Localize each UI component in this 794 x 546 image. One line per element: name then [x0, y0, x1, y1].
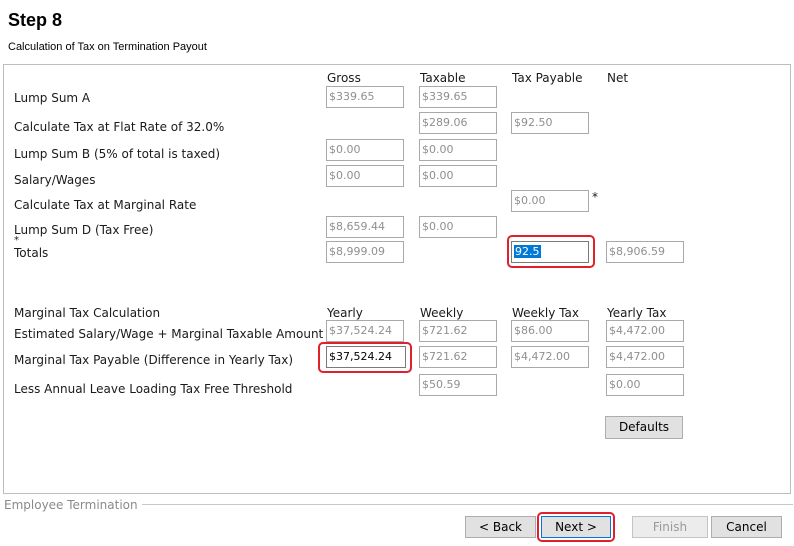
totals-tax-payable-field[interactable]: 92.5	[511, 241, 589, 263]
lump-sum-a-label: Lump Sum A	[14, 91, 91, 105]
totals-gross-field[interactable]: $8,999.09	[326, 241, 404, 263]
estimated-salary-label: Estimated Salary/Wage + Marginal Taxable…	[14, 327, 324, 341]
lump-sum-d-gross-field[interactable]: $8,659.44	[326, 216, 404, 238]
flat-rate-tax-payable-field[interactable]: $92.50	[511, 112, 589, 134]
col-header-tax-payable: Tax Payable	[512, 71, 583, 85]
lump-sum-b-taxable-field[interactable]: $0.00	[419, 139, 497, 161]
totals-net-field[interactable]: $8,906.59	[606, 241, 684, 263]
col-header-yearly: Yearly	[327, 306, 363, 320]
col-header-yearly-tax: Yearly Tax	[607, 306, 667, 320]
leave-loading-weekly-field[interactable]: $50.59	[419, 374, 497, 396]
marginal-payable-weekly-tax-field[interactable]: $4,472.00	[511, 346, 589, 368]
cancel-button[interactable]: Cancel	[711, 516, 782, 538]
estimated-weekly-tax-field[interactable]: $86.00	[511, 320, 589, 342]
footer-group-label: Employee Termination	[4, 498, 142, 512]
lump-sum-b-gross-field[interactable]: $0.00	[326, 139, 404, 161]
col-header-weekly-tax: Weekly Tax	[512, 306, 579, 320]
totals-asterisk: *	[14, 235, 19, 246]
page-title: Step 8	[8, 10, 63, 30]
salary-gross-field[interactable]: $0.00	[326, 165, 404, 187]
page-subtitle: Calculation of Tax on Termination Payout	[8, 41, 207, 53]
defaults-button[interactable]: Defaults	[605, 416, 683, 439]
lump-sum-a-taxable-field[interactable]: $339.65	[419, 86, 497, 108]
estimated-yearly-tax-field[interactable]: $4,472.00	[606, 320, 684, 342]
marginal-rate-label: Calculate Tax at Marginal Rate	[14, 198, 197, 212]
lump-sum-b-label: Lump Sum B (5% of total is taxed)	[14, 147, 221, 161]
salary-label: Salary/Wages	[14, 173, 96, 187]
leave-loading-label: Less Annual Leave Loading Tax Free Thres…	[14, 382, 293, 396]
estimated-weekly-field[interactable]: $721.62	[419, 320, 497, 342]
estimated-yearly-field[interactable]: $37,524.24	[326, 320, 404, 342]
totals-label: Totals	[14, 246, 49, 260]
col-header-weekly: Weekly	[420, 306, 464, 320]
flat-rate-label: Calculate Tax at Flat Rate of 32.0%	[14, 120, 225, 134]
col-header-gross: Gross	[327, 71, 361, 85]
lump-sum-d-label: Lump Sum D (Tax Free)	[14, 223, 154, 237]
col-header-taxable: Taxable	[420, 71, 466, 85]
totals-tax-payable-value: 92.5	[514, 245, 541, 258]
flat-rate-taxable-field[interactable]: $289.06	[419, 112, 497, 134]
marginal-rate-tax-payable-field[interactable]: $0.00	[511, 190, 589, 212]
marginal-rate-asterisk: *	[592, 190, 598, 204]
leave-loading-yearly-tax-field[interactable]: $0.00	[606, 374, 684, 396]
marginal-payable-label: Marginal Tax Payable (Difference in Year…	[14, 353, 294, 367]
marginal-payable-yearly-field[interactable]: $37,524.24	[326, 346, 406, 368]
marginal-section-title: Marginal Tax Calculation	[14, 306, 161, 320]
back-button[interactable]: < Back	[465, 516, 536, 538]
lump-sum-d-taxable-field[interactable]: $0.00	[419, 216, 497, 238]
footer-divider	[137, 504, 793, 505]
col-header-net: Net	[607, 71, 629, 85]
lump-sum-a-gross-field[interactable]: $339.65	[326, 86, 404, 108]
finish-button[interactable]: Finish	[632, 516, 708, 538]
salary-taxable-field[interactable]: $0.00	[419, 165, 497, 187]
marginal-payable-yearly-tax-field[interactable]: $4,472.00	[606, 346, 684, 368]
marginal-payable-weekly-field[interactable]: $721.62	[419, 346, 497, 368]
next-button[interactable]: Next >	[541, 516, 611, 538]
